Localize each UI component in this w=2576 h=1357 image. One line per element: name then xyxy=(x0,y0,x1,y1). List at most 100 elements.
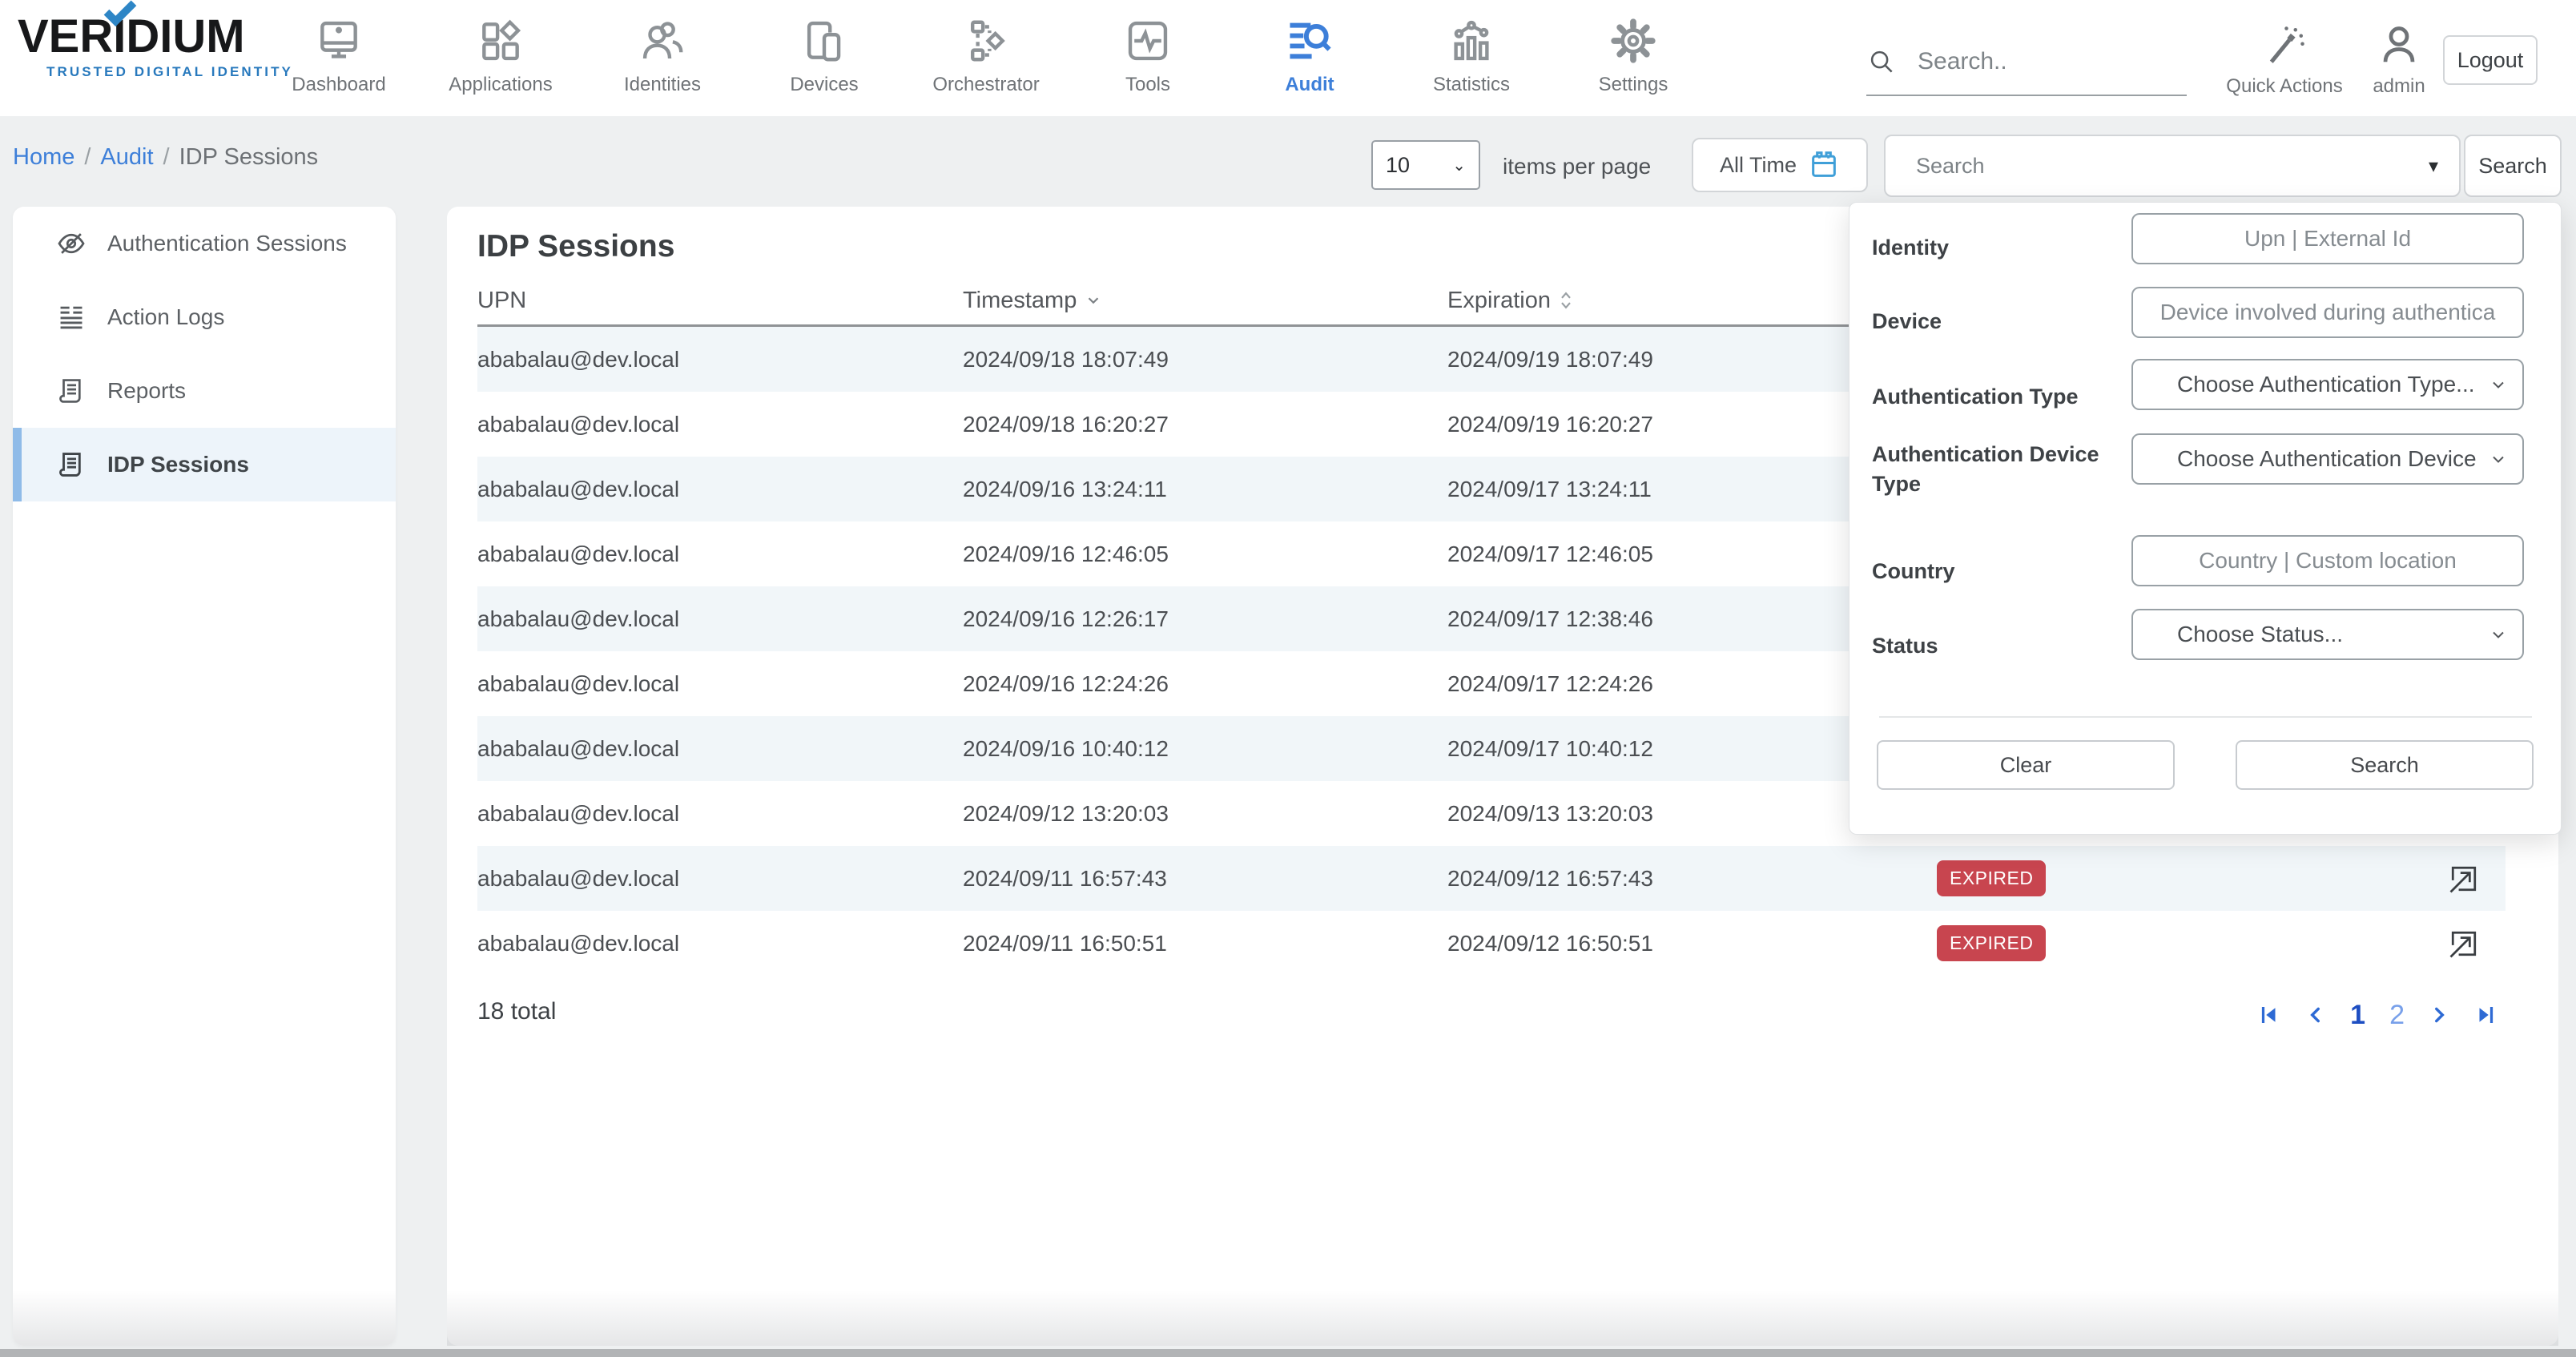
sidebar: Authentication Sessions Action Logs Repo… xyxy=(13,207,396,1346)
statistics-icon xyxy=(1447,16,1496,66)
column-header-timestamp[interactable]: Timestamp xyxy=(963,288,1447,314)
nav-item-settings[interactable]: Settings xyxy=(1552,0,1714,116)
dashboard-icon xyxy=(314,16,364,66)
auth-type-select[interactable]: Choose Authentication Type... xyxy=(2131,359,2524,410)
applications-icon xyxy=(476,16,525,66)
cell-expiration: 2024/09/12 16:50:51 xyxy=(1447,931,1937,956)
app-header: VERIDIUM TRUSTED DIGITAL IDENTITY Dashbo… xyxy=(0,0,2576,116)
table-row[interactable]: ababalau@dev.local 2024/09/11 16:50:51 2… xyxy=(477,911,2506,976)
sidebar-item-idp-sessions[interactable]: IDP Sessions xyxy=(13,428,396,501)
clear-button[interactable]: Clear xyxy=(1877,740,2175,790)
column-header-upn[interactable]: UPN xyxy=(477,288,963,314)
nav-item-orchestrator[interactable]: Orchestrator xyxy=(905,0,1067,116)
logout-button[interactable]: Logout xyxy=(2443,35,2538,85)
quick-actions[interactable]: Quick Actions xyxy=(2212,21,2357,98)
sidebar-item-authentication-sessions[interactable]: Authentication Sessions xyxy=(13,207,396,280)
cell-timestamp: 2024/09/16 13:24:11 xyxy=(963,477,1447,502)
open-details-icon[interactable] xyxy=(2446,926,2481,961)
sidebar-item-action-logs[interactable]: Action Logs xyxy=(13,280,396,354)
breadcrumb-audit[interactable]: Audit xyxy=(100,144,153,170)
chevron-down-icon xyxy=(2489,375,2508,394)
nav-item-applications[interactable]: Applications xyxy=(420,0,582,116)
search-icon xyxy=(1866,46,1897,77)
settings-icon xyxy=(1608,16,1658,66)
status-badge: EXPIRED xyxy=(1937,860,2046,896)
page-number-1[interactable]: 1 xyxy=(2350,1000,2365,1031)
audit-icon xyxy=(1285,16,1334,66)
user-icon xyxy=(2375,21,2423,69)
logo-tagline: TRUSTED DIGITAL IDENTITY xyxy=(18,64,293,80)
nav-item-devices[interactable]: Devices xyxy=(743,0,905,116)
sidebar-item-reports[interactable]: Reports xyxy=(13,354,396,428)
status-select[interactable]: Choose Status... xyxy=(2131,609,2524,660)
global-search-input[interactable] xyxy=(1918,48,2158,75)
sort-both-icon xyxy=(1559,292,1573,309)
time-filter-button[interactable]: All Time xyxy=(1692,138,1868,192)
cell-timestamp: 2024/09/16 12:26:17 xyxy=(963,606,1447,632)
filter-divider xyxy=(1879,716,2532,718)
main-nav: Dashboard Applications Identities Device… xyxy=(258,0,1714,116)
status-badge: EXPIRED xyxy=(1937,925,2046,961)
open-details-icon[interactable] xyxy=(2446,861,2481,896)
table-row[interactable]: ababalau@dev.local 2024/09/11 16:57:43 2… xyxy=(477,846,2506,911)
first-page-icon[interactable] xyxy=(2257,1003,2281,1027)
cell-timestamp: 2024/09/18 16:20:27 xyxy=(963,412,1447,437)
pagination: 1 2 xyxy=(2257,996,2498,1034)
nav-item-identities[interactable]: Identities xyxy=(582,0,743,116)
page-number-2[interactable]: 2 xyxy=(2389,1000,2405,1031)
cell-timestamp: 2024/09/11 16:50:51 xyxy=(963,931,1447,956)
page-size-select[interactable]: 10 ⌄ xyxy=(1371,140,1480,190)
cell-upn: ababalau@dev.local xyxy=(477,477,963,502)
cell-upn: ababalau@dev.local xyxy=(477,542,963,567)
auth-device-type-label: Authentication Device Type xyxy=(1872,440,2120,499)
report-document-icon xyxy=(56,376,87,406)
quick-actions-label: Quick Actions xyxy=(2212,75,2357,98)
items-per-page-label: items per page xyxy=(1503,154,1651,179)
cell-timestamp: 2024/09/18 18:07:49 xyxy=(963,347,1447,372)
cell-upn: ababalau@dev.local xyxy=(477,801,963,827)
tools-icon xyxy=(1123,16,1173,66)
status-label: Status xyxy=(1872,631,2120,661)
cell-upn: ababalau@dev.local xyxy=(477,931,963,956)
user-menu[interactable]: admin xyxy=(2351,21,2447,98)
device-label: Device xyxy=(1872,307,2120,336)
nav-item-statistics[interactable]: Statistics xyxy=(1391,0,1552,116)
filter-panel: Identity Device Authentication Type Choo… xyxy=(1849,202,2562,835)
logo-checkmark-icon xyxy=(102,0,139,27)
identity-label: Identity xyxy=(1872,233,2120,263)
table-search-input[interactable] xyxy=(1916,154,2429,179)
global-search xyxy=(1866,29,2187,96)
cell-upn: ababalau@dev.local xyxy=(477,736,963,762)
username-label: admin xyxy=(2351,75,2447,98)
auth-device-type-select[interactable]: Choose Authentication Device xyxy=(2131,433,2524,485)
cell-upn: ababalau@dev.local xyxy=(477,671,963,697)
nav-item-audit[interactable]: Audit xyxy=(1229,0,1391,116)
veridium-logo[interactable]: VERIDIUM TRUSTED DIGITAL IDENTITY xyxy=(18,13,293,80)
idp-sessions-document-icon xyxy=(56,449,87,480)
filter-search-button[interactable]: Search xyxy=(2236,740,2534,790)
device-input[interactable] xyxy=(2131,287,2524,338)
search-button[interactable]: Search xyxy=(2464,135,2562,197)
next-page-icon[interactable] xyxy=(2429,1005,2449,1025)
cell-timestamp: 2024/09/11 16:57:43 xyxy=(963,866,1447,892)
identity-input[interactable] xyxy=(2131,213,2524,264)
breadcrumb-current: IDP Sessions xyxy=(179,144,319,170)
nav-item-dashboard[interactable]: Dashboard xyxy=(258,0,420,116)
breadcrumb-home[interactable]: Home xyxy=(13,144,74,170)
cell-upn: ababalau@dev.local xyxy=(477,606,963,632)
cell-timestamp: 2024/09/16 10:40:12 xyxy=(963,736,1447,762)
eye-off-icon xyxy=(56,228,87,259)
devices-icon xyxy=(799,16,849,66)
last-page-icon[interactable] xyxy=(2473,1003,2498,1027)
filter-dropdown-toggle-icon[interactable]: ▾ xyxy=(2429,155,2438,178)
country-input[interactable] xyxy=(2131,535,2524,586)
nav-item-tools[interactable]: Tools xyxy=(1067,0,1229,116)
window-bottom-edge xyxy=(0,1349,2576,1357)
total-count: 18 total xyxy=(477,998,556,1025)
cell-upn: ababalau@dev.local xyxy=(477,347,963,372)
magic-wand-icon xyxy=(2260,21,2308,69)
table-search: ▾ xyxy=(1884,135,2461,197)
cell-upn: ababalau@dev.local xyxy=(477,866,963,892)
chevron-down-icon: ⌄ xyxy=(1452,155,1466,175)
previous-page-icon[interactable] xyxy=(2305,1005,2326,1025)
